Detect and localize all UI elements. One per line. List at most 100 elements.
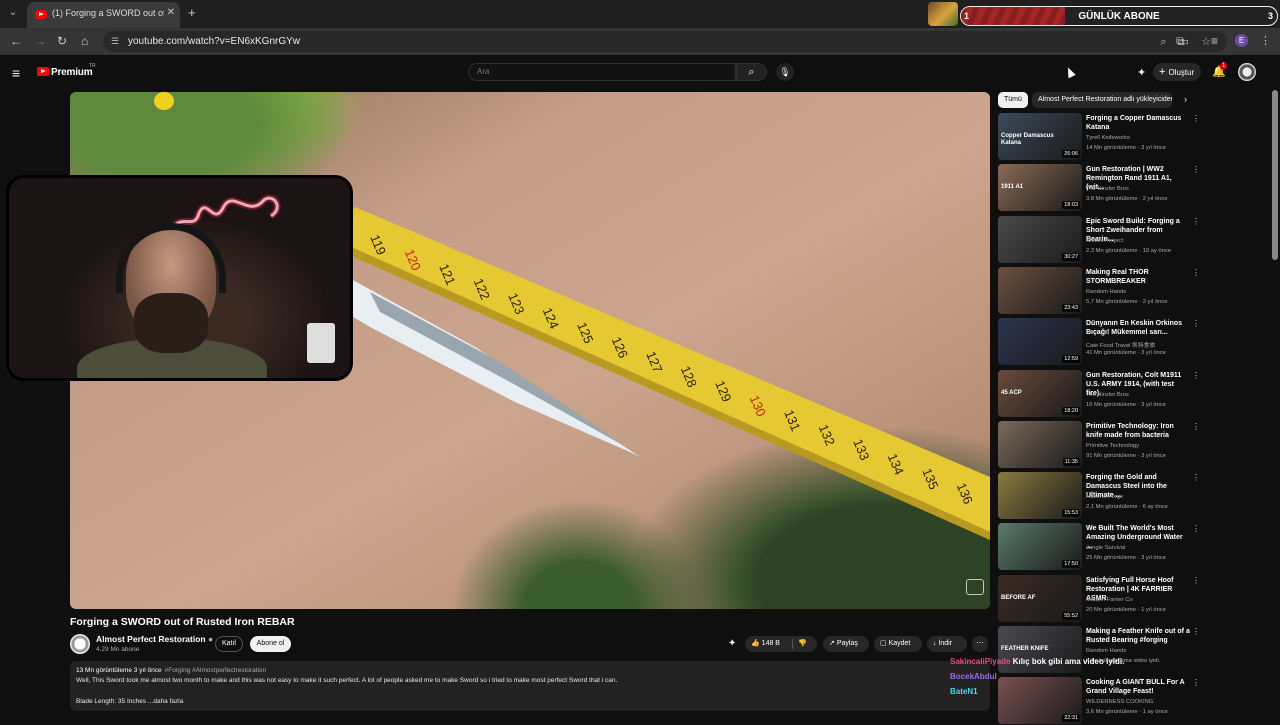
like-button[interactable]: 👍 148 B [751,640,780,647]
join-button[interactable]: Katıl [215,636,243,652]
tab-search-icon[interactable]: ⌄ [5,5,21,21]
more-options-icon[interactable]: ⋮ [1192,319,1200,328]
site-info-icon[interactable]: ☰ [111,36,121,46]
more-options-icon[interactable]: ⋮ [1192,678,1200,687]
recommendation-item[interactable]: 30:27 Epic Sword Build: Forging a Short Z… [998,215,1270,264]
browser-menu-icon[interactable]: ⋮ [1260,34,1271,47]
more-options-icon[interactable]: ⋮ [1192,371,1200,380]
video-thumbnail[interactable]: 22:31 [998,677,1082,725]
browser-tab[interactable]: (1) Forging a SWORD out of Ru ✕ [27,2,180,28]
description-box[interactable]: 13 Mn görüntüleme 3 yıl önce #Forging #Al… [70,661,990,711]
recommendation-item[interactable]: 12:59 Dünyanın En Keskin Orkinos Bıçağı! … [998,318,1270,366]
zoom-icon[interactable]: ⌕ [1160,36,1166,48]
recommendation-item[interactable]: FEATHER KNIFE Making a Feather Knife out … [998,626,1270,674]
video-thumbnail[interactable]: 23:43 [998,266,1082,314]
create-button[interactable]: + Oluştur [1153,63,1201,81]
ask-ai-icon[interactable]: ✦ [728,636,742,652]
recommendation-title[interactable]: Primitive Technology: Iron knife made fr… [1086,422,1190,440]
share-button[interactable]: ↗ Paylaş [823,636,869,652]
reload-icon[interactable]: ↻ [57,34,67,48]
video-thumbnail[interactable]: 30:27 [998,215,1082,263]
video-thumbnail[interactable]: 17:50 [998,523,1082,571]
recommendation-channel[interactable]: Cate Food Travel 凯特食旅 [1086,340,1155,349]
channel-name-text[interactable]: Almost Perfect Restoration [96,634,206,644]
recommendation-channel[interactable]: Maupin Farrier Co [1086,597,1133,603]
address-bar[interactable]: ☰ youtube.com/watch?v=EN6xKGnrGYw ⌕ ▭ ☆ [103,31,1227,52]
tab-close-icon[interactable]: ✕ [167,7,175,18]
guide-menu-icon[interactable]: ≡ [12,65,20,81]
bookmark-star-icon[interactable]: ☆ [1201,36,1211,48]
forward-icon[interactable]: → [34,34,46,48]
subscribe-button[interactable]: Abone ol [250,636,291,652]
video-thumbnail[interactable]: 11:35 [998,420,1082,468]
new-tab-button[interactable]: + [188,5,196,20]
youtube-logo-icon[interactable] [37,67,49,76]
chevron-right-icon[interactable]: › [1184,94,1187,104]
search-button[interactable]: ⌕ [736,63,767,81]
search-input[interactable]: Ara [468,63,736,81]
recommendation-item[interactable]: 23:43 Making Real THOR STORMBREAKER Random… [998,266,1270,315]
extensions-icon[interactable]: ⧉ [1176,34,1185,49]
url-text[interactable]: youtube.com/watch?v=EN6xKGnrGYw [128,36,300,47]
more-actions-icon[interactable]: ⋯ [972,636,988,652]
recommendation-channel[interactable]: The Kinzler Bros [1086,186,1129,192]
youtube-premium-wordmark[interactable]: Premium [51,67,93,78]
recommendation-channel[interactable]: HammerForge [1086,494,1123,500]
recommendation-item[interactable]: 1911 A1 18:03 Gun Restoration | WW2 Reming… [998,164,1270,212]
video-thumbnail[interactable]: 15:53 [998,472,1082,520]
save-button[interactable]: ▢ Kaydet [874,636,922,652]
video-thumbnail[interactable]: BEFORE AF 55:52 [998,574,1082,622]
recommendation-item[interactable]: 45 ACP 18:20 Gun Restoration, Colt M1911 U… [998,369,1270,418]
back-icon[interactable]: ← [10,34,22,48]
more-options-icon[interactable]: ⋮ [1192,114,1200,123]
recommendation-title[interactable]: Making a Feather Knife out of a Rusted B… [1086,627,1190,645]
download-button[interactable]: ↓ İndir [927,636,967,652]
ai-sparkle-icon[interactable]: ✦ [1137,66,1146,79]
recommendation-title[interactable]: Forging a Copper Damascus Katana [1086,114,1190,132]
recommendation-item[interactable]: Copper Damascus Katana 26:06 Forging a Cop… [998,113,1270,161]
account-avatar[interactable] [1238,63,1256,81]
recommendation-channel[interactable]: WILDERNESS COOKING [1086,699,1153,705]
video-thumbnail[interactable]: 45 ACP 18:20 [998,369,1082,417]
reading-list-icon[interactable]: ≡ [1211,34,1218,48]
channel-name[interactable]: Almost Perfect Restoration ● [96,634,213,644]
recommendation-item[interactable]: 17:50 We Built The World's Most Amazing U… [998,523,1270,571]
recommendation-title[interactable]: Dünyanın En Keskin Orkinos Bıçağı! Mükem… [1086,319,1190,337]
video-thumbnail[interactable]: Copper Damascus Katana 26:06 [998,113,1082,160]
more-options-icon[interactable]: ⋮ [1192,422,1200,431]
description-more[interactable]: Blade Length: 35 Inches ...daha fazla [76,698,183,705]
recommendation-channel[interactable]: Random Hands [1086,289,1126,295]
recommendation-item[interactable]: 11:35 Primitive Technology: Iron knife ma… [998,420,1270,469]
video-thumbnail[interactable]: 12:59 [998,318,1082,366]
page-scrollbar[interactable] [1272,90,1278,260]
more-options-icon[interactable]: ⋮ [1192,524,1200,533]
more-options-icon[interactable]: ⋮ [1192,165,1200,174]
recommendation-item[interactable]: 15:53 Forging the Gold and Damascus Steel… [998,472,1270,520]
recommendation-channel[interactable]: Primitive Technology [1086,443,1139,449]
chip-all[interactable]: Tümü [998,92,1028,108]
recommendation-channel[interactable]: Knives Project [1086,238,1123,244]
dislike-icon[interactable]: 👎 [798,636,807,652]
more-options-icon[interactable]: ⋮ [1192,217,1200,226]
recommendation-channel[interactable]: Jungle Survival [1086,545,1125,551]
home-icon[interactable]: ⌂ [81,34,88,48]
recommendation-channel[interactable]: The Kinzler Bros [1086,392,1129,398]
more-options-icon[interactable]: ⋮ [1192,576,1200,585]
browser-profile-avatar[interactable]: E [1235,34,1248,47]
recommendation-channel[interactable]: Tyrell Knifeworks [1086,135,1130,141]
voice-search-icon[interactable]: 🎙 [776,63,794,81]
video-thumbnail[interactable]: 1911 A1 18:03 [998,164,1082,212]
thumbnail-caption: Copper Damascus Katana [1001,133,1054,146]
recommendation-channel[interactable]: Random Hands [1086,648,1126,654]
recommendation-item[interactable]: BEFORE AF 55:52 Satisfying Full Horse Hoof… [998,574,1270,623]
more-options-icon[interactable]: ⋮ [1192,268,1200,277]
recommendation-title[interactable]: Cooking A GIANT BULL For A Grand Village… [1086,678,1190,696]
more-options-icon[interactable]: ⋮ [1192,627,1200,636]
chip-uploader[interactable]: Almost Perfect Restoration adlı yükleyic… [1032,92,1172,108]
recommendation-title[interactable]: Making Real THOR STORMBREAKER [1086,268,1190,286]
recommendation-item[interactable]: 22:31 Cooking A GIANT BULL For A Grand Vi… [998,677,1270,725]
hashtags[interactable]: #Forging #Almostperfectrestoration [165,667,267,674]
channel-avatar[interactable] [70,634,90,654]
fullscreen-icon[interactable] [966,579,984,595]
more-options-icon[interactable]: ⋮ [1192,473,1200,482]
